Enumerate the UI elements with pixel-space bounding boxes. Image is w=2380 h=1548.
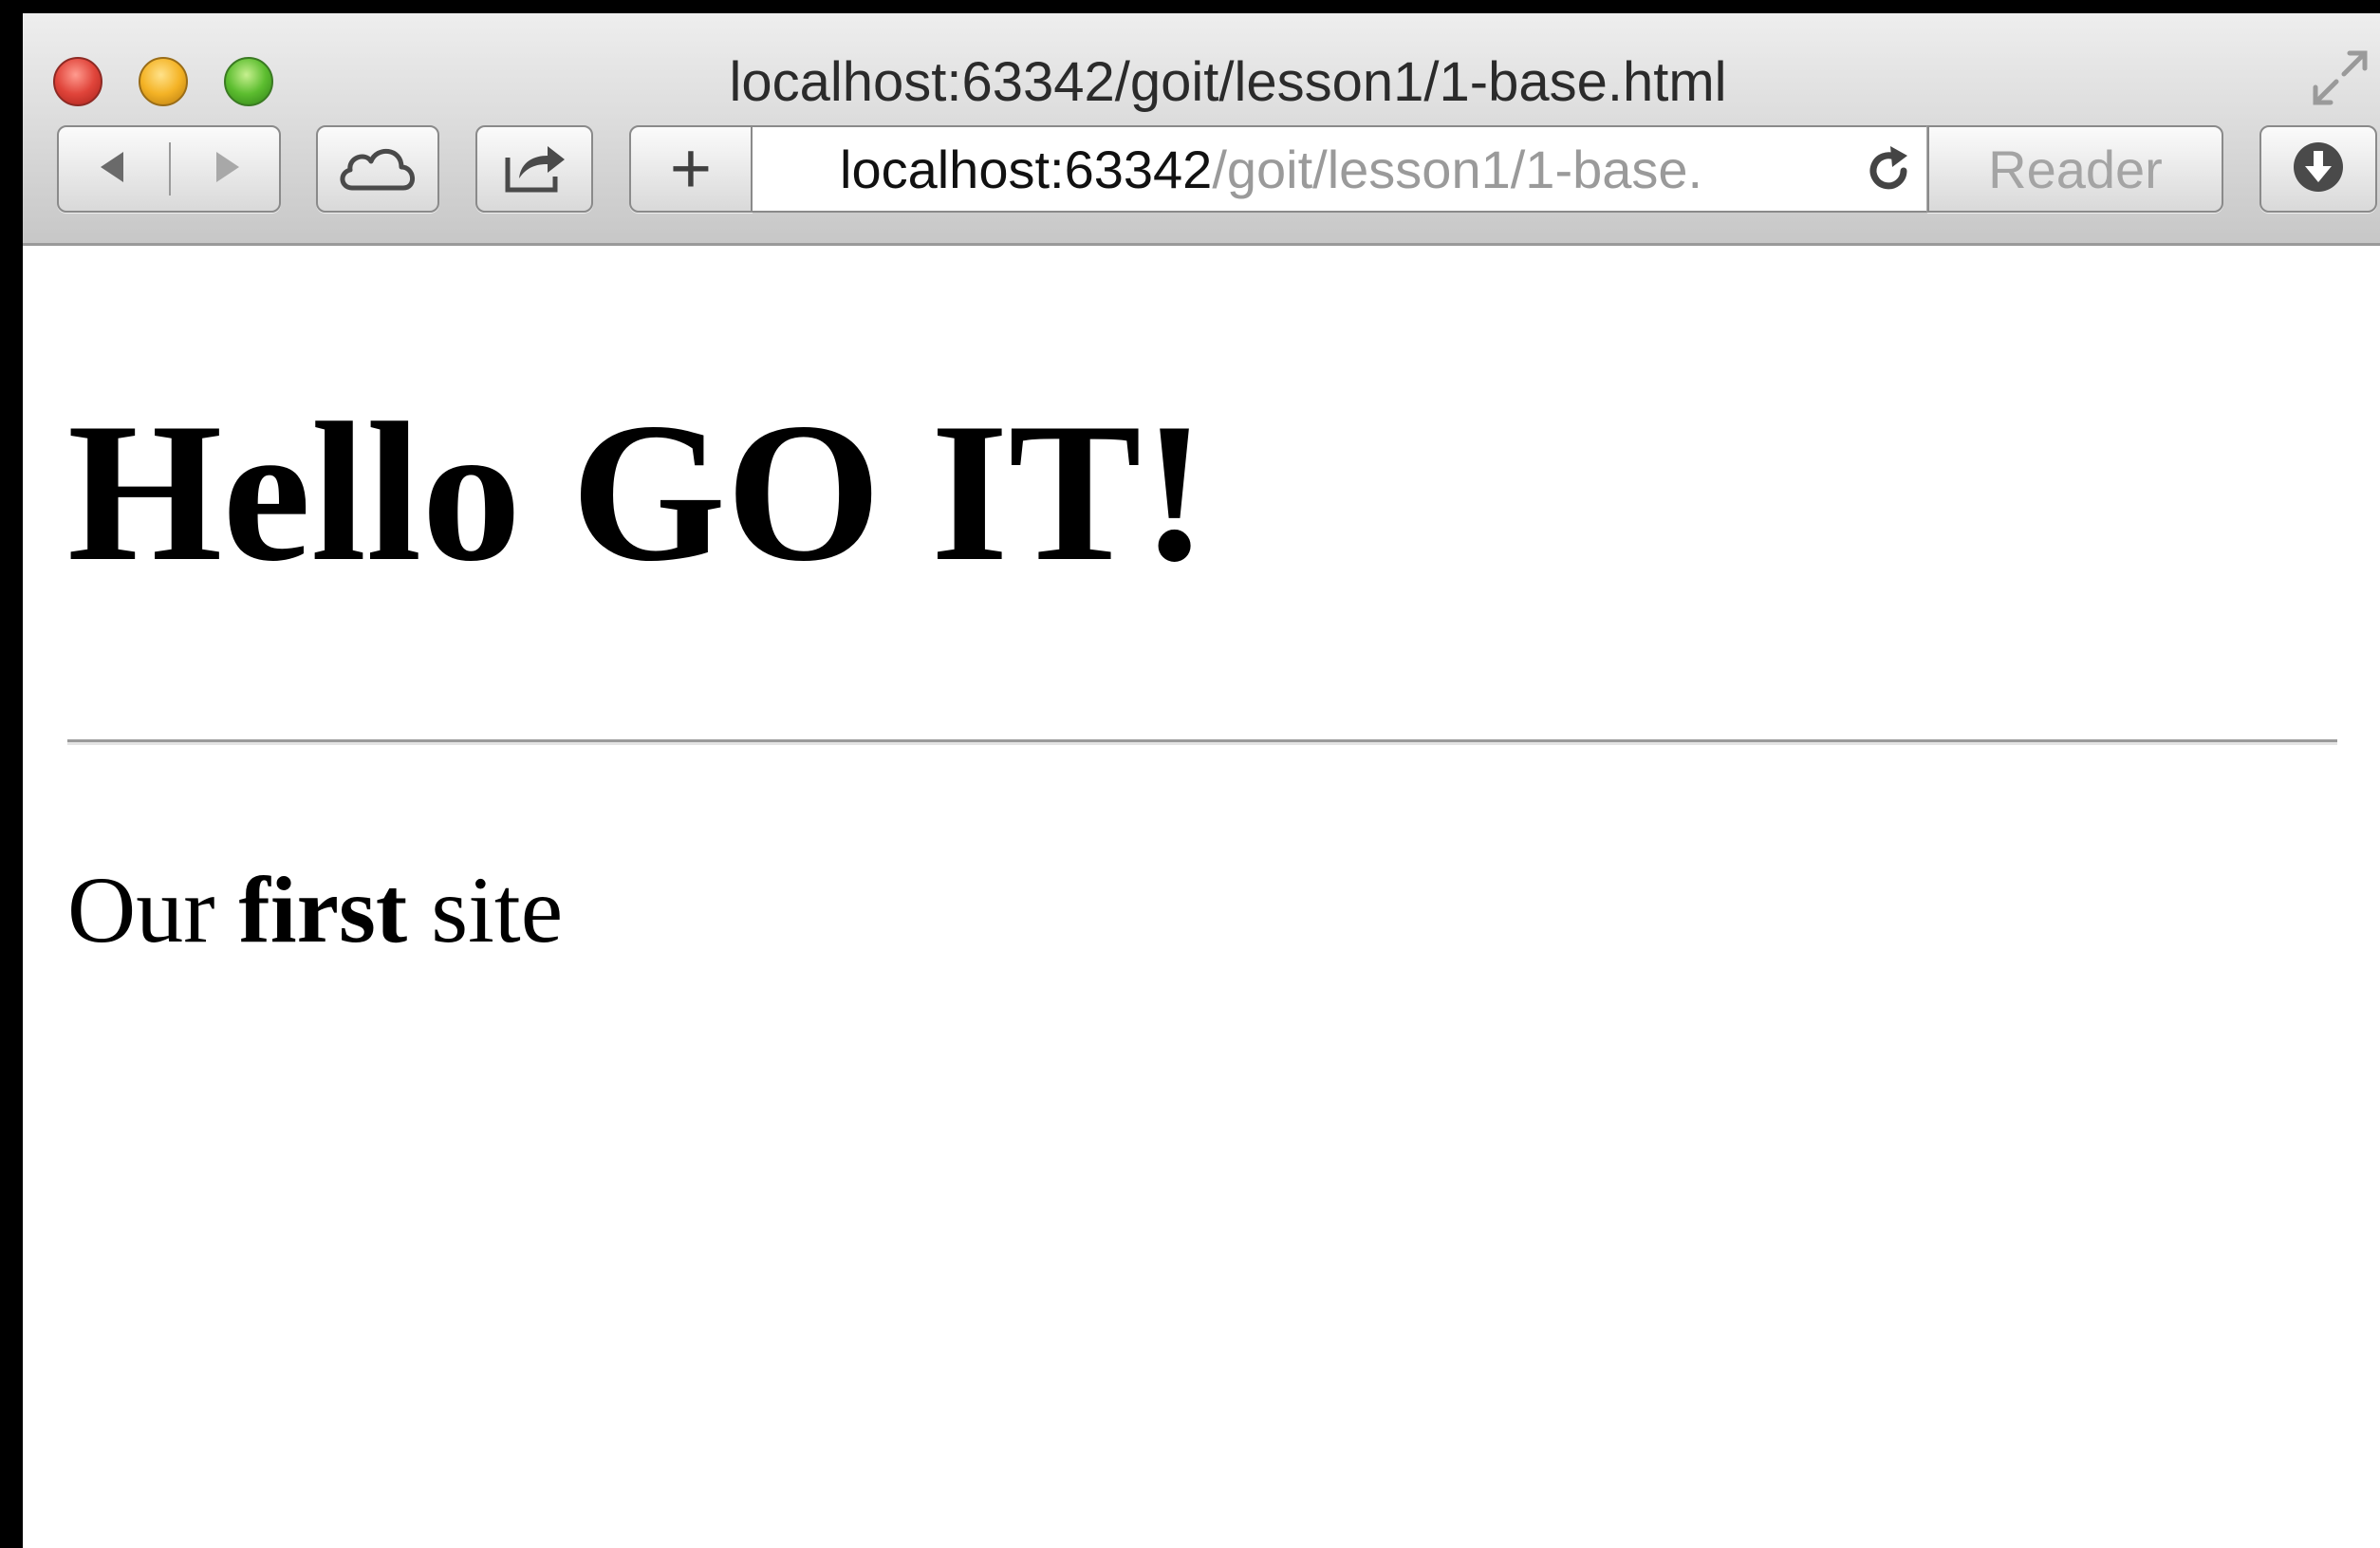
window-frame-left — [0, 0, 23, 1548]
page-paragraph: Our first site — [67, 853, 563, 967]
browser-titlebar: localhost:63342/goit/lesson1/1-base.html — [23, 13, 2380, 246]
fullscreen-icon[interactable] — [2310, 47, 2371, 108]
back-forward-group — [57, 125, 281, 213]
address-bar[interactable]: localhost:63342/goit/lesson1/1-base. — [753, 125, 1927, 213]
minimize-window-button[interactable] — [139, 57, 188, 106]
window-frame-top — [0, 0, 2380, 13]
download-icon — [2290, 139, 2347, 200]
back-arrow-icon — [93, 146, 135, 193]
share-button[interactable] — [475, 125, 593, 213]
paragraph-bold-word: first — [238, 857, 408, 962]
icloud-tabs-button[interactable] — [316, 125, 439, 213]
url-path: /goit/lesson1/1-base. — [1212, 140, 1703, 199]
browser-window: localhost:63342/goit/lesson1/1-base.html — [0, 0, 2380, 1548]
downloads-button[interactable] — [2259, 125, 2377, 213]
reader-button[interactable]: Reader — [1927, 125, 2223, 213]
new-tab-button[interactable]: + — [629, 125, 753, 213]
window-title: localhost:63342/goit/lesson1/1-base.html — [729, 51, 1727, 113]
page-content: Hello GO IT! Our first site — [23, 246, 2380, 1548]
back-button[interactable] — [59, 127, 169, 211]
paragraph-text-before: Our — [67, 857, 239, 962]
reload-icon[interactable] — [1862, 144, 1915, 197]
share-icon — [498, 139, 570, 200]
url-text: localhost:63342/goit/lesson1/1-base. — [840, 139, 1702, 201]
forward-button[interactable] — [171, 127, 281, 211]
cloud-icon — [335, 139, 420, 200]
horizontal-rule — [67, 739, 2337, 745]
zoom-window-button[interactable] — [224, 57, 273, 106]
close-window-button[interactable] — [53, 57, 102, 106]
url-host: localhost:63342 — [840, 140, 1213, 199]
page-heading: Hello GO IT! — [67, 382, 1208, 603]
forward-arrow-icon — [205, 146, 247, 193]
paragraph-text-after: site — [407, 857, 564, 962]
